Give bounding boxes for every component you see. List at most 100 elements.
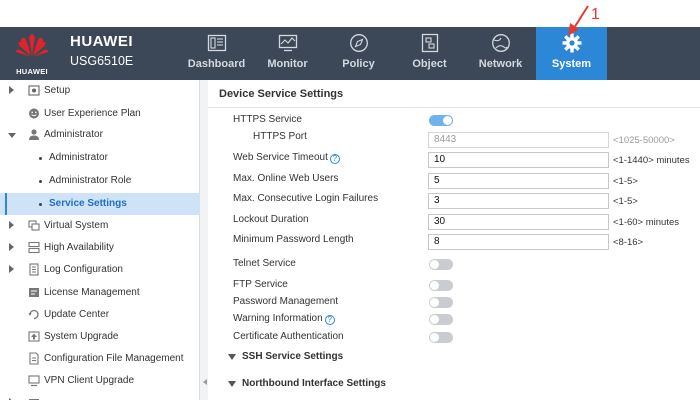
web-timeout-hint: <1-1440> minutes [613,155,690,166]
main-content: Device Service Settings HTTPS Service HT… [208,80,700,400]
sidebar-item-setup[interactable]: Setup [0,80,200,102]
ftp-service-toggle[interactable] [429,280,453,291]
web-timeout-input[interactable]: 10 [428,152,609,168]
sidebar-item-label: System Upgrade [44,331,119,342]
https-port-input[interactable]: 8443 [428,132,609,148]
nav-monitor[interactable]: Monitor [252,27,323,80]
max-web-users-label: Max. Online Web Users [233,173,339,184]
setup-icon [28,85,40,96]
compass-icon [350,34,368,52]
certificate-authentication-toggle[interactable] [429,332,453,343]
https-service-label: HTTPS Service [233,114,302,125]
web-timeout-label: Web Service Timeout [233,152,328,163]
password-management-toggle[interactable] [429,297,453,308]
smiley-icon [29,108,39,119]
sidebar-item-service-settings[interactable]: Service Settings [0,193,200,215]
help-icon[interactable]: ? [324,315,335,325]
sidebar-item-partial[interactable] [0,392,200,400]
sidebar-item-label: Setup [44,85,71,96]
nav-label: Dashboard [187,58,246,70]
header-bar: HUAWEI HUAWEI USG6510E Dashboard Monitor [0,27,700,80]
high-availability-icon [28,241,40,254]
annotation-arrow-1 [568,5,589,36]
telnet-service-toggle[interactable] [429,259,453,270]
collapse-arrow-icon[interactable] [8,133,16,138]
https-service-toggle[interactable] [429,115,453,126]
collapse-sidebar-icon[interactable] [203,379,207,385]
lockout-duration-hint: <1-60> minutes [613,217,680,228]
main-nav: Dashboard Monitor Policy Object Network … [181,27,607,80]
sidebar: Setup User Experience Plan Administrator… [0,80,200,400]
bullet [39,180,42,183]
sidebar-resize-strip[interactable] [200,80,208,400]
sidebar-item-label: Administrator [49,152,108,163]
nav-network[interactable]: Network [465,27,536,80]
warning-information-toggle[interactable] [429,314,453,325]
huawei-petal-icon [16,34,48,57]
min-password-length-input[interactable]: 8 [428,234,609,250]
sidebar-item-label: Administrator Role [49,175,132,186]
max-login-failures-hint: <1-5> [613,196,638,207]
expand-arrow-icon[interactable] [9,243,14,251]
brand: HUAWEI USG6510E [70,33,133,68]
sidebar-item-high-availability[interactable]: High Availability [0,237,200,259]
nav-policy[interactable]: Policy [323,27,394,80]
virtual-system-icon [28,220,40,231]
nav-label: Network [478,58,523,70]
sidebar-item-user-experience-plan[interactable]: User Experience Plan [0,103,200,125]
update-icon [28,309,39,320]
sidebar-item-label: User Experience Plan [44,108,141,119]
divider [208,107,700,108]
config-file-icon [29,352,39,365]
bullet [39,203,42,206]
sidebar-item-vpn-client-upgrade[interactable]: VPN Client Upgrade [0,370,200,392]
nav-dashboard[interactable]: Dashboard [181,27,252,80]
expand-arrow-icon[interactable] [9,86,14,94]
license-icon [29,288,39,297]
sidebar-item-administrator-role[interactable]: Administrator Role [0,170,200,192]
expand-arrow-icon[interactable] [9,265,14,273]
collapse-triangle-icon [228,354,236,360]
sidebar-item-virtual-system[interactable]: Virtual System [0,215,200,237]
max-web-users-hint: <1-5> [613,176,638,187]
https-port-hint: <1025-50000> [613,135,675,146]
max-web-users-input[interactable]: 5 [428,173,609,189]
max-login-failures-label: Max. Consecutive Login Failures [233,193,379,204]
vpn-client-icon [28,375,40,387]
collapse-triangle-icon [228,381,236,387]
sidebar-item-system-upgrade[interactable]: System Upgrade [0,326,200,348]
sidebar-item-label: Update Center [44,309,110,320]
nav-label: Policy [342,58,375,70]
device-model: USG6510E [70,54,134,68]
nav-object[interactable]: Object [394,27,465,80]
sidebar-item-update-center[interactable]: Update Center [0,304,200,326]
user-icon [29,129,39,140]
sidebar-item-label: License Management [44,287,140,298]
monitor-icon [278,34,298,52]
ftp-service-label: FTP Service [233,279,288,290]
sidebar-item-license-management[interactable]: License Management [0,282,200,304]
min-password-length-label: Minimum Password Length [233,234,354,245]
brand-name: HUAWEI [70,33,133,50]
telnet-service-label: Telnet Service [233,258,296,269]
dashboard-icon [207,34,227,52]
lockout-duration-label: Lockout Duration [233,214,309,225]
page-title: Device Service Settings [219,88,344,100]
sidebar-item-configuration-file-management[interactable]: Configuration File Management [0,348,200,370]
lockout-duration-input[interactable]: 30 [428,214,609,230]
section-label: Northbound Interface Settings [242,378,386,389]
folder-icon [29,399,39,400]
nav-label: Monitor [267,58,308,70]
sidebar-item-log-configuration[interactable]: Log Configuration [0,259,200,281]
sidebar-item-label: Configuration File Management [44,353,184,364]
log-icon [29,263,39,276]
help-icon[interactable]: ? [329,154,340,164]
sidebar-item-administrator[interactable]: Administrator [0,124,200,146]
huawei-logo: HUAWEI [8,33,56,77]
expand-arrow-icon[interactable] [9,221,14,229]
password-management-label: Password Management [233,296,339,307]
warning-information-label: Warning Information [233,313,323,324]
web-timeout-label-row: Web Service Timeout? [233,152,340,164]
sidebar-item-administrator-list[interactable]: Administrator [0,147,200,169]
max-login-failures-input[interactable]: 3 [428,193,609,209]
